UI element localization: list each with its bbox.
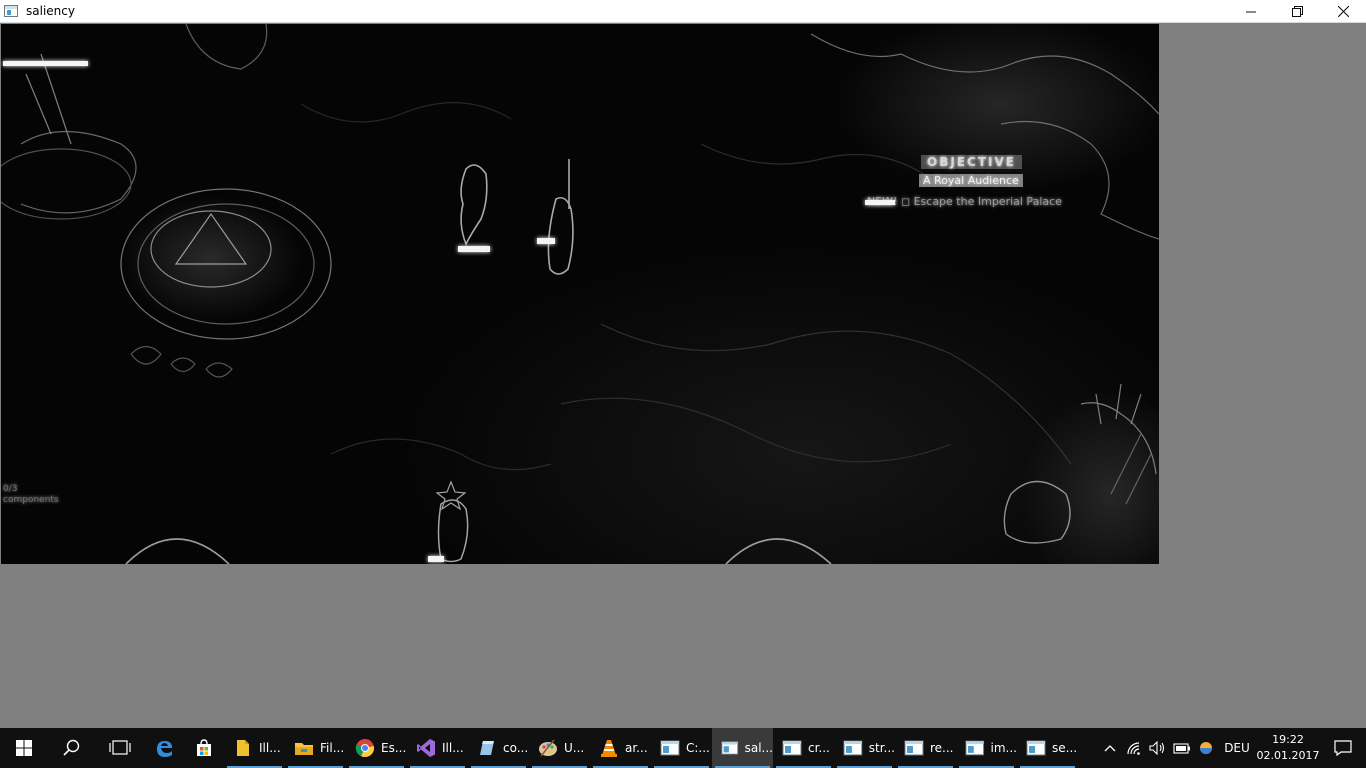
- quest-title: OBJECTIVE: [921, 155, 1022, 169]
- action-center-icon: [1334, 740, 1352, 756]
- nameplate-bar: [458, 246, 490, 252]
- taskbar-app-se[interactable]: se...: [1017, 728, 1078, 768]
- taskbar-app-label: co...: [503, 741, 529, 755]
- show-hidden-icons-button[interactable]: [1098, 728, 1122, 768]
- window-app-icon: [1026, 740, 1046, 756]
- taskbar-app-label: C:...: [686, 741, 710, 755]
- edge-icon: [157, 741, 172, 757]
- saliency-image: OBJECTIVE A Royal Audience NEW! ◻ Escape…: [1, 24, 1159, 564]
- search-button[interactable]: [48, 728, 96, 768]
- clock[interactable]: 19:22 02.01.2017: [1256, 732, 1320, 764]
- restore-icon: [1291, 6, 1303, 17]
- task-view-button[interactable]: [96, 728, 144, 768]
- taskbar-app-label: re...: [930, 741, 954, 755]
- left-counter-label: components: [3, 495, 59, 505]
- action-center-button[interactable]: [1320, 728, 1366, 768]
- taskbar-app-cr[interactable]: cr...: [773, 728, 834, 768]
- taskbar-apps: Ill... Fil... Es... Ill... co... U... ar…: [144, 728, 1078, 768]
- battery-button[interactable]: [1170, 728, 1194, 768]
- taskbar-app-re[interactable]: re...: [895, 728, 956, 768]
- task-view-icon: [109, 740, 131, 755]
- file-explorer-icon: [295, 743, 313, 755]
- window-app-icon: [843, 740, 863, 756]
- window-title: saliency: [26, 4, 75, 18]
- taskbar-edge[interactable]: [144, 728, 184, 768]
- taskbar-app-label: U...: [564, 741, 585, 755]
- taskbar-app-label: Fil...: [320, 741, 345, 755]
- window-controls: [1228, 0, 1366, 23]
- window-app-icon: [660, 740, 680, 756]
- taskbar-app-chrome[interactable]: Es...: [346, 728, 407, 768]
- window-app-icon: [904, 740, 924, 756]
- taskbar-app-label: Es...: [381, 741, 407, 755]
- taskbar-app-visual-studio[interactable]: Ill...: [407, 728, 468, 768]
- window-app-icon: [721, 741, 739, 755]
- minimize-button[interactable]: [1228, 0, 1274, 23]
- clock-time: 19:22: [1272, 733, 1304, 746]
- clock-date: 02.01.2017: [1256, 749, 1320, 762]
- window-app-icon: [782, 740, 802, 756]
- app-cube-icon: [480, 741, 494, 755]
- paint-palette-icon: [539, 739, 557, 757]
- taskbar-app-co[interactable]: co...: [468, 728, 529, 768]
- taskbar-app-paint[interactable]: U...: [529, 728, 590, 768]
- quest-new-objective: NEW! ◻ Escape the Imperial Palace: [867, 195, 1062, 208]
- network-button[interactable]: [1122, 728, 1146, 768]
- vlc-icon: [601, 740, 617, 757]
- taskbar-store[interactable]: [184, 728, 224, 768]
- left-counter: 0/3 components: [3, 484, 59, 506]
- taskbar-app-im[interactable]: im...: [956, 728, 1017, 768]
- taskbar-app-vlc[interactable]: ar...: [590, 728, 651, 768]
- chrome-icon: [355, 739, 375, 758]
- taskbar-app-label: cr...: [808, 741, 830, 755]
- store-icon: [197, 739, 211, 756]
- taskbar-app-file-explorer[interactable]: Fil...: [285, 728, 346, 768]
- system-tray: DEU 19:22 02.01.2017: [1098, 728, 1366, 768]
- taskbar-app-saliency[interactable]: sal...: [712, 728, 773, 768]
- taskbar-app-label: ar...: [625, 741, 648, 755]
- left-counter-value: 0/3: [3, 484, 18, 494]
- quest-subtitle: A Royal Audience: [919, 174, 1023, 187]
- tray-app-button[interactable]: [1194, 728, 1218, 768]
- minimize-icon: [1246, 11, 1256, 12]
- start-button[interactable]: [0, 728, 48, 768]
- chevron-up-icon: [1104, 745, 1116, 752]
- close-button[interactable]: [1320, 0, 1366, 23]
- window-app-icon: [965, 740, 985, 756]
- taskbar-app-label: str...: [868, 741, 895, 755]
- input-language[interactable]: DEU: [1218, 741, 1256, 755]
- saliency-edge-drawing: [1, 24, 1159, 564]
- nameplate-bar: [3, 61, 88, 66]
- taskbar-app-label: im...: [990, 741, 1017, 755]
- taskbar-app-ill-folder[interactable]: Ill...: [224, 728, 285, 768]
- app-window-icon: [4, 5, 18, 17]
- volume-button[interactable]: [1146, 728, 1170, 768]
- visual-studio-icon: [417, 739, 435, 757]
- taskbar-app-label: Ill...: [259, 741, 281, 755]
- taskbar-app-str[interactable]: str...: [834, 728, 895, 768]
- taskbar-app-label: se...: [1052, 741, 1078, 755]
- folder-yellow-icon: [237, 740, 249, 756]
- speaker-icon: [1149, 741, 1165, 755]
- search-icon: [63, 739, 80, 756]
- taskbar-app-label: sal...: [744, 741, 773, 755]
- restore-button[interactable]: [1274, 0, 1320, 23]
- close-icon: [1337, 6, 1349, 17]
- windows-start-icon: [16, 740, 32, 756]
- nameplate-bar: [537, 238, 555, 244]
- taskbar: Ill... Fil... Es... Ill... co... U... ar…: [0, 728, 1366, 768]
- battery-icon: [1173, 743, 1190, 754]
- window-title-bar[interactable]: saliency: [0, 0, 1366, 23]
- taskbar-app-label: Ill...: [442, 741, 464, 755]
- taskbar-app-console[interactable]: C:...: [651, 728, 712, 768]
- wifi-icon: [1127, 742, 1140, 755]
- colorful-ball-icon: [1200, 742, 1212, 754]
- nameplate-bar: [865, 200, 895, 205]
- nameplate-bar: [428, 556, 444, 562]
